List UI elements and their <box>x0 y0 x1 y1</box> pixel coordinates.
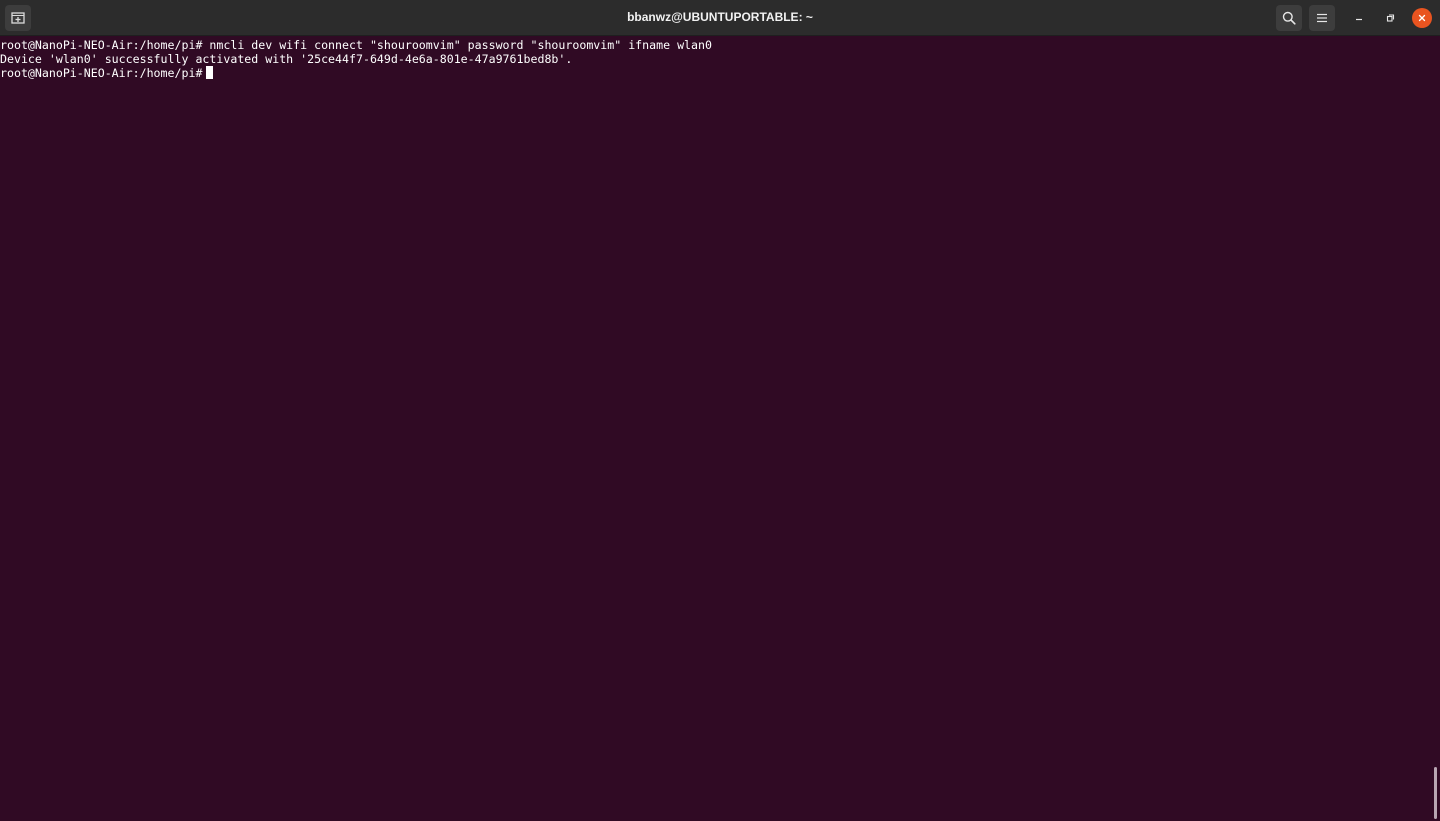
close-icon <box>1418 14 1426 22</box>
menu-button[interactable] <box>1309 5 1335 31</box>
maximize-icon <box>1386 14 1395 22</box>
close-button[interactable] <box>1412 8 1432 28</box>
hamburger-menu-icon <box>1317 13 1327 23</box>
terminal-line-command: root@NanoPi-NEO-Air:/home/pi# nmcli dev … <box>0 38 712 52</box>
search-icon <box>1282 11 1296 25</box>
text-cursor <box>206 66 214 79</box>
terminal-prompt-line[interactable]: root@NanoPi-NEO-Air:/home/pi# <box>0 66 1432 80</box>
search-button[interactable] <box>1276 5 1302 31</box>
minimize-button[interactable] <box>1349 8 1369 28</box>
minimize-icon <box>1356 18 1362 21</box>
maximize-button[interactable] <box>1380 8 1400 28</box>
window-title: bbanwz@UBUNTUPORTABLE: ~ <box>627 10 813 24</box>
terminal-line-output: Device 'wlan0' successfully activated wi… <box>0 52 573 66</box>
vertical-scrollbar[interactable] <box>1432 36 1440 821</box>
title-bar[interactable]: bbanwz@UBUNTUPORTABLE: ~ <box>0 0 1440 36</box>
terminal-prompt: root@NanoPi-NEO-Air:/home/pi# <box>0 66 203 80</box>
new-tab-icon <box>11 12 25 24</box>
new-tab-button[interactable] <box>5 5 31 31</box>
terminal-window: bbanwz@UBUNTUPORTABLE: ~ root@NanoPi-NEO… <box>0 0 1440 821</box>
scrollbar-thumb[interactable] <box>1434 767 1437 819</box>
terminal-output-area[interactable]: root@NanoPi-NEO-Air:/home/pi# nmcli dev … <box>0 36 1432 821</box>
